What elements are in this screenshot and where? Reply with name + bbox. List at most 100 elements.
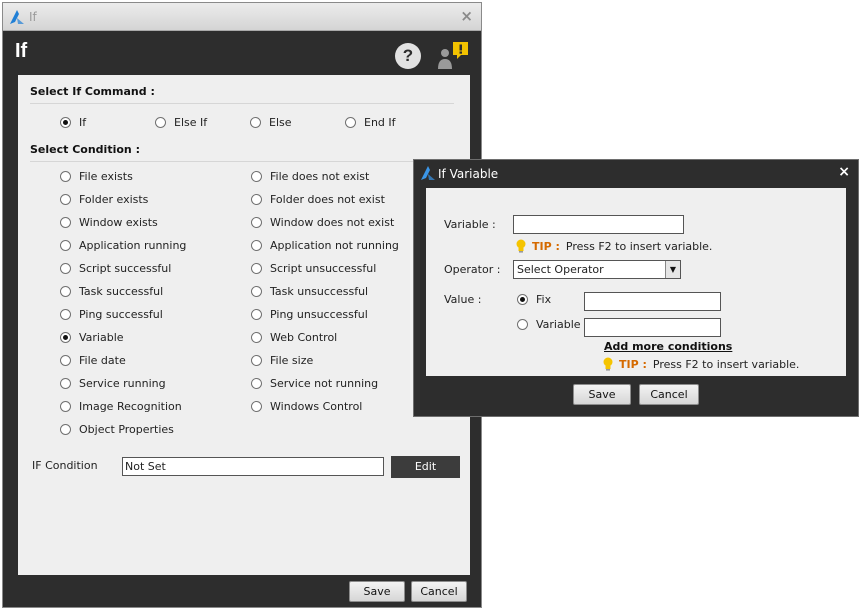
chevron-down-icon[interactable]: ▼ [665, 261, 680, 278]
radio-icon[interactable] [345, 117, 356, 128]
operator-selected-value: Select Operator [517, 263, 604, 276]
radio-icon[interactable] [517, 294, 528, 305]
radio-icon[interactable] [60, 286, 71, 297]
fix-value-input[interactable] [584, 292, 721, 311]
condition-application-not-running[interactable]: Application not running [251, 239, 399, 252]
save-button[interactable]: Save [349, 581, 405, 602]
radio-icon[interactable] [60, 171, 71, 182]
radio-icon[interactable] [251, 355, 262, 366]
operator-label: Operator : [444, 263, 501, 276]
select-condition-label: Select Condition : [30, 143, 140, 156]
radio-icon[interactable] [251, 240, 262, 251]
window-title: If [29, 10, 37, 24]
command-option-else[interactable]: Else [250, 116, 292, 129]
radio-icon[interactable] [60, 401, 71, 412]
operator-select[interactable]: Select Operator ▼ [513, 260, 681, 279]
if-window: If × If ? Select If Command : If Else If… [2, 2, 482, 608]
if-condition-label: IF Condition [32, 459, 98, 472]
variable-input[interactable] [513, 215, 684, 234]
value-option-variable[interactable]: Variable [517, 318, 581, 331]
lightbulb-icon [516, 239, 526, 253]
dialog-content-panel: Variable : TIP : Press F2 to insert vari… [426, 188, 846, 376]
close-icon[interactable]: × [460, 8, 473, 24]
radio-icon[interactable] [155, 117, 166, 128]
main-content-panel: Select If Command : If Else If Else End … [18, 75, 470, 575]
condition-ping-unsuccessful[interactable]: Ping unsuccessful [251, 308, 368, 321]
variable-value-input[interactable] [584, 318, 721, 337]
divider [30, 161, 454, 162]
page-title: If [15, 40, 28, 62]
condition-folder-does-not-exist[interactable]: Folder does not exist [251, 193, 385, 206]
condition-script-unsuccessful[interactable]: Script unsuccessful [251, 262, 376, 275]
help-icon[interactable]: ? [395, 43, 421, 69]
radio-icon[interactable] [251, 332, 262, 343]
tip-label: TIP : [532, 239, 560, 253]
tip-row: TIP : Press F2 to insert variable. [602, 357, 799, 371]
condition-application-running[interactable]: Application running [60, 239, 186, 252]
condition-service-not-running[interactable]: Service not running [251, 377, 378, 390]
tip-text: Press F2 to insert variable. [565, 239, 713, 253]
command-option-else-if[interactable]: Else If [155, 116, 207, 129]
radio-icon[interactable] [60, 217, 71, 228]
condition-file-size[interactable]: File size [251, 354, 313, 367]
condition-task-successful[interactable]: Task successful [60, 285, 163, 298]
radio-icon[interactable] [60, 424, 71, 435]
condition-object-properties[interactable]: Object Properties [60, 423, 174, 436]
radio-icon[interactable] [60, 309, 71, 320]
radio-icon[interactable] [60, 378, 71, 389]
condition-ping-successful[interactable]: Ping successful [60, 308, 163, 321]
radio-icon[interactable] [60, 263, 71, 274]
cancel-button[interactable]: Cancel [411, 581, 467, 602]
user-alert-icon[interactable] [435, 41, 473, 71]
radio-icon[interactable] [60, 240, 71, 251]
condition-window-does-not-exist[interactable]: Window does not exist [251, 216, 394, 229]
condition-image-recognition[interactable]: Image Recognition [60, 400, 182, 413]
edit-button[interactable]: Edit [391, 456, 460, 478]
command-option-if[interactable]: If [60, 116, 86, 129]
dialog-save-button[interactable]: Save [573, 384, 631, 405]
radio-icon[interactable] [517, 319, 528, 330]
condition-windows-control[interactable]: Windows Control [251, 400, 362, 413]
radio-icon[interactable] [250, 117, 261, 128]
condition-file-does-not-exist[interactable]: File does not exist [251, 170, 369, 183]
radio-icon[interactable] [251, 286, 262, 297]
condition-folder-exists[interactable]: Folder exists [60, 193, 148, 206]
variable-label: Variable : [444, 218, 496, 231]
app-logo-icon [10, 10, 24, 24]
condition-window-exists[interactable]: Window exists [60, 216, 158, 229]
condition-file-exists[interactable]: File exists [60, 170, 133, 183]
tip-label: TIP : [619, 357, 647, 371]
app-logo-icon [421, 166, 435, 180]
condition-web-control[interactable]: Web Control [251, 331, 337, 344]
radio-icon[interactable] [251, 401, 262, 412]
condition-task-unsuccessful[interactable]: Task unsuccessful [251, 285, 368, 298]
radio-icon[interactable] [60, 117, 71, 128]
value-label: Value : [444, 293, 482, 306]
radio-icon[interactable] [60, 355, 71, 366]
radio-icon[interactable] [251, 378, 262, 389]
if-variable-dialog: If Variable × Variable : TIP : Press F2 … [413, 159, 859, 417]
radio-icon[interactable] [251, 171, 262, 182]
add-more-conditions-link[interactable]: Add more conditions [604, 340, 732, 353]
title-bar[interactable]: If × [3, 3, 481, 31]
divider [30, 103, 454, 104]
condition-file-date[interactable]: File date [60, 354, 126, 367]
value-option-fix[interactable]: Fix [517, 293, 551, 306]
tip-text: Press F2 to insert variable. [652, 357, 800, 371]
condition-service-running[interactable]: Service running [60, 377, 166, 390]
radio-icon[interactable] [251, 194, 262, 205]
tip-row: TIP : Press F2 to insert variable. [515, 239, 712, 253]
radio-icon[interactable] [251, 309, 262, 320]
command-option-end-if[interactable]: End If [345, 116, 396, 129]
radio-icon[interactable] [60, 332, 71, 343]
if-condition-field[interactable]: Not Set [122, 457, 384, 476]
condition-variable[interactable]: Variable [60, 331, 124, 344]
close-icon[interactable]: × [838, 164, 850, 180]
radio-icon[interactable] [251, 217, 262, 228]
lightbulb-icon [603, 357, 613, 371]
select-command-label: Select If Command : [30, 85, 155, 98]
radio-icon[interactable] [251, 263, 262, 274]
condition-script-successful[interactable]: Script successful [60, 262, 171, 275]
radio-icon[interactable] [60, 194, 71, 205]
dialog-cancel-button[interactable]: Cancel [639, 384, 699, 405]
